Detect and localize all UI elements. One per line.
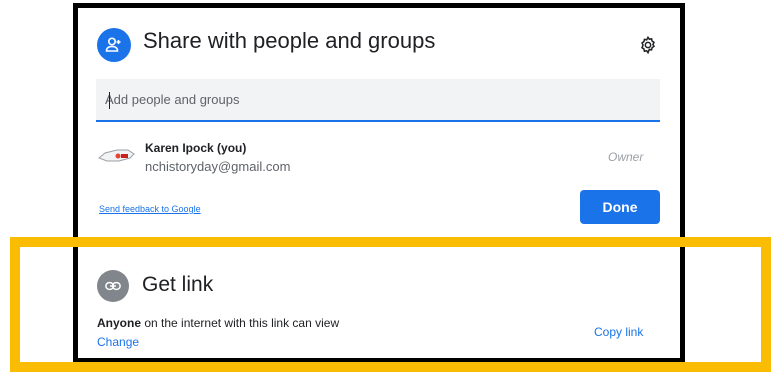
gear-icon[interactable] xyxy=(638,35,658,55)
add-people-input[interactable] xyxy=(96,79,660,122)
change-access-link[interactable]: Change xyxy=(97,335,139,349)
owner-role: Owner xyxy=(608,150,644,164)
text-caret xyxy=(109,92,110,109)
link-access-description: Anyone on the internet with this link ca… xyxy=(97,316,339,330)
owner-email: nchistoryday@gmail.com xyxy=(145,159,291,174)
get-link-title: Get link xyxy=(142,273,214,296)
link-icon xyxy=(97,270,129,302)
send-feedback-link[interactable]: Send feedback to Google xyxy=(99,204,201,214)
get-link-highlight xyxy=(10,237,771,372)
link-access-rest: on the internet with this link can view xyxy=(141,316,340,330)
owner-name: Karen Ipock (you) xyxy=(145,141,247,155)
done-button[interactable]: Done xyxy=(580,190,660,224)
avatar xyxy=(98,149,135,162)
share-dialog-title: Share with people and groups xyxy=(143,28,436,53)
copy-link-button[interactable]: Copy link xyxy=(594,325,643,339)
person-add-icon xyxy=(97,28,131,62)
link-access-bold: Anyone xyxy=(97,316,142,330)
